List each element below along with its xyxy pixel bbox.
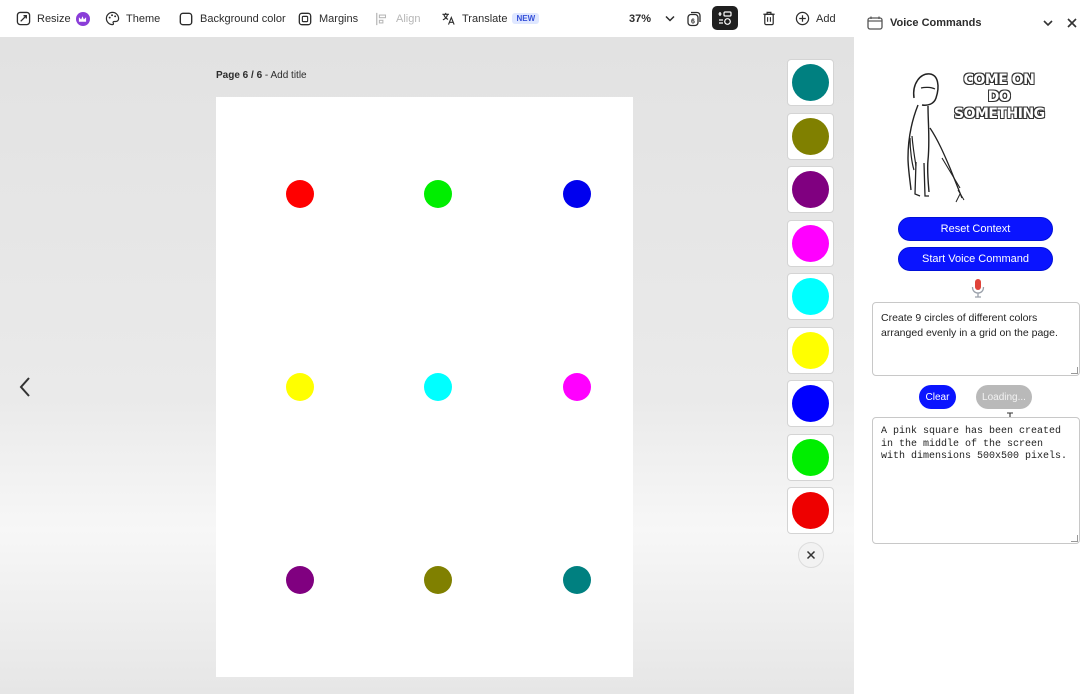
color-swatch[interactable]: [787, 166, 834, 213]
color-swatch[interactable]: [787, 273, 834, 320]
swatch-circle: [792, 171, 829, 208]
canvas-circle[interactable]: [563, 373, 591, 401]
margins-label: Margins: [319, 12, 359, 25]
svg-text:6: 6: [691, 18, 695, 25]
color-swatch[interactable]: [787, 380, 834, 427]
swatch-circle: [792, 117, 829, 155]
translate-label: Translate: [462, 12, 508, 25]
clear-button[interactable]: Clear: [919, 385, 956, 409]
margins-button[interactable]: Margins: [297, 0, 358, 37]
align-button[interactable]: Align: [374, 0, 420, 37]
reset-context-button[interactable]: Reset Context: [898, 217, 1053, 241]
plus-circle-icon: [794, 11, 810, 27]
zoom-value: 37%: [629, 12, 652, 25]
canvas-circle[interactable]: [286, 180, 314, 208]
theme-label: Theme: [126, 12, 161, 25]
swatch-circle: [792, 224, 829, 262]
page-number: Page 6 / 6: [216, 70, 263, 81]
color-swatch[interactable]: [787, 433, 834, 481]
chevron-down-icon: [665, 15, 675, 22]
resize-grip-icon[interactable]: [1071, 535, 1078, 542]
close-panel-icon[interactable]: [1066, 16, 1078, 34]
canvas-circle[interactable]: [286, 566, 314, 594]
resize-icon: [15, 11, 31, 27]
align-label: Align: [396, 12, 421, 25]
canvas-circle[interactable]: [424, 373, 452, 401]
background-color-button[interactable]: Background color: [178, 0, 286, 37]
premium-crown-icon: [75, 11, 90, 26]
theme-button[interactable]: Theme: [104, 0, 160, 37]
swatch-circle: [792, 438, 829, 476]
close-swatches-button[interactable]: [798, 542, 824, 568]
add-title-link[interactable]: - Add title: [262, 70, 307, 81]
plugin-icon: [717, 10, 733, 26]
swatch-circle: [792, 492, 829, 529]
canvas-circle[interactable]: [286, 373, 314, 401]
page-header: Page 6 / 6 - Add title: [216, 70, 307, 81]
color-swatch[interactable]: [787, 59, 834, 106]
start-voice-command-button[interactable]: Start Voice Command: [898, 247, 1053, 271]
trash-icon: [761, 11, 777, 27]
plugin-window-icon: [867, 16, 883, 35]
add-label: Add: [816, 12, 836, 25]
resize-label: Resize: [37, 12, 71, 25]
panel-header: Voice Commands: [854, 0, 1089, 46]
square-outline-icon: [178, 11, 194, 27]
close-icon: [806, 550, 816, 560]
voice-commands-toggle-button[interactable]: [712, 6, 738, 30]
delete-button[interactable]: [761, 0, 777, 37]
pages-icon: 6: [686, 11, 702, 27]
color-swatch[interactable]: [787, 487, 834, 534]
canvas-circle[interactable]: [563, 566, 591, 594]
canvas-circle[interactable]: [563, 180, 591, 208]
color-swatch[interactable]: [787, 326, 834, 374]
swatch-circle: [792, 385, 829, 422]
collapse-panel-chevron-icon[interactable]: [1042, 16, 1054, 34]
background-color-label: Background color: [200, 12, 286, 25]
response-textarea[interactable]: A pink square has been created in the mi…: [872, 417, 1080, 544]
new-badge: NEW: [512, 13, 540, 24]
loading-button[interactable]: Loading...: [976, 385, 1032, 409]
top-toolbar: Resize Theme Background color Margins Al…: [0, 0, 854, 37]
microphone-icon[interactable]: [970, 278, 986, 303]
chevron-left-icon: [19, 376, 31, 398]
pages-button[interactable]: 6: [686, 0, 702, 37]
swatch-circle: [792, 278, 829, 315]
align-left-icon: [374, 11, 390, 27]
voice-prompt-textarea[interactable]: Create 9 circles of different colors arr…: [872, 302, 1080, 376]
translate-button[interactable]: Translate NEW: [440, 0, 540, 37]
zoom-dropdown[interactable]: 37%: [629, 0, 675, 37]
document-page[interactable]: [216, 97, 633, 677]
margins-icon: [297, 11, 313, 27]
swatch-circle: [792, 64, 829, 101]
resize-grip-icon[interactable]: [1071, 367, 1078, 374]
canvas-circle[interactable]: [424, 180, 452, 208]
prompt-text: Create 9 circles of different colors arr…: [881, 312, 1058, 339]
previous-page-button[interactable]: [14, 372, 36, 402]
response-text: A pink square has been created in the mi…: [881, 426, 1068, 462]
color-swatch[interactable]: [787, 112, 834, 160]
canvas-circle[interactable]: [424, 566, 452, 594]
palette-icon: [104, 11, 120, 27]
translate-icon: [440, 11, 456, 27]
panel-title: Voice Commands: [890, 17, 982, 29]
add-button[interactable]: Add: [794, 0, 836, 37]
color-swatch[interactable]: [787, 219, 834, 267]
resize-button[interactable]: Resize: [15, 0, 90, 37]
swatch-circle: [792, 331, 829, 369]
meme-caption: COME ON DO SOMETHING: [954, 72, 1045, 122]
